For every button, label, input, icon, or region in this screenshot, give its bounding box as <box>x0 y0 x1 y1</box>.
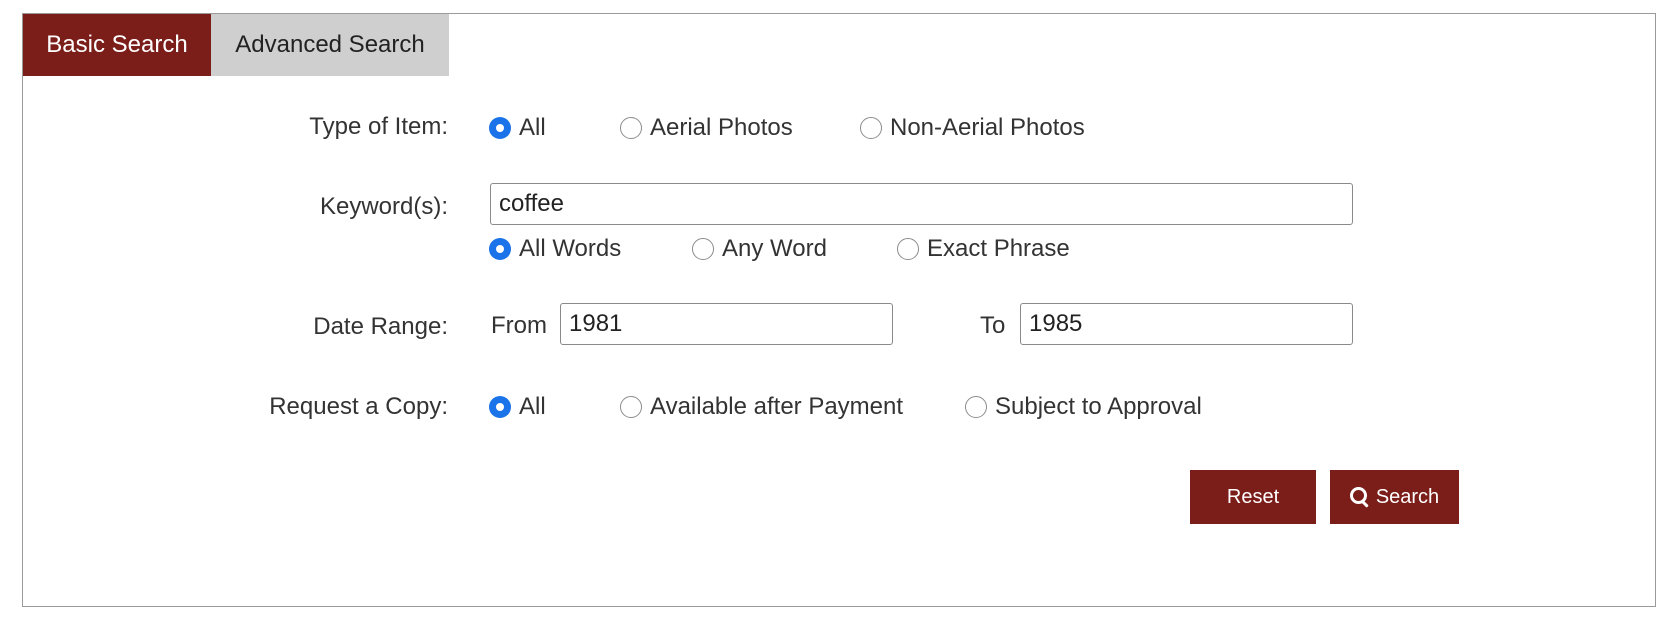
date-to-input[interactable]: 1985 <box>1020 303 1353 345</box>
radio-checked-icon[interactable] <box>489 396 511 418</box>
search-tabs: Basic Search Advanced Search <box>23 14 449 76</box>
keyword-match-all-words-label: All Words <box>519 235 622 262</box>
radio-unchecked-icon[interactable] <box>965 396 987 418</box>
keyword-match-all-words[interactable]: All Words <box>489 235 621 263</box>
keyword-match-any-word-label: Any Word <box>722 235 827 262</box>
radio-checked-icon[interactable] <box>489 117 511 139</box>
request-option-subject-to-approval[interactable]: Subject to Approval <box>965 393 1202 421</box>
type-of-item-label: Type of Item: <box>309 113 448 140</box>
keywords-label: Keyword(s): <box>319 193 448 220</box>
search-button-label: Search <box>1375 485 1440 508</box>
type-option-all[interactable]: All <box>489 114 546 142</box>
request-option-all[interactable]: All <box>489 393 546 421</box>
keyword-match-exact-phrase[interactable]: Exact Phrase <box>897 235 1070 263</box>
radio-unchecked-icon[interactable] <box>897 238 919 260</box>
keyword-match-any-word[interactable]: Any Word <box>692 235 827 263</box>
request-option-all-label: All <box>519 393 546 420</box>
radio-unchecked-icon[interactable] <box>860 117 882 139</box>
type-option-non-aerial-photos-label: Non-Aerial Photos <box>890 114 1085 141</box>
type-option-aerial-photos-label: Aerial Photos <box>650 114 793 141</box>
keyword-match-exact-phrase-label: Exact Phrase <box>927 235 1070 262</box>
reset-button[interactable]: Reset <box>1190 470 1316 524</box>
date-from-input[interactable]: 1981 <box>560 303 893 345</box>
request-option-available-after-payment[interactable]: Available after Payment <box>620 393 903 421</box>
request-option-available-after-payment-label: Available after Payment <box>650 393 904 420</box>
radio-unchecked-icon[interactable] <box>692 238 714 260</box>
date-range-label: Date Range: <box>313 313 448 340</box>
type-option-all-label: All <box>519 114 546 141</box>
radio-unchecked-icon[interactable] <box>620 117 642 139</box>
date-from-label: From <box>491 312 547 339</box>
type-option-non-aerial-photos[interactable]: Non-Aerial Photos <box>860 114 1085 142</box>
search-button[interactable]: Search <box>1330 470 1459 524</box>
keywords-input[interactable]: coffee <box>490 183 1353 225</box>
type-option-aerial-photos[interactable]: Aerial Photos <box>620 114 793 142</box>
date-to-label: To <box>980 312 1006 339</box>
search-panel: Basic Search Advanced Search Type of Ite… <box>22 13 1656 607</box>
tab-basic-search[interactable]: Basic Search <box>23 14 211 76</box>
tab-advanced-search[interactable]: Advanced Search <box>211 14 449 76</box>
request-copy-label: Request a Copy: <box>269 393 448 420</box>
request-option-subject-to-approval-label: Subject to Approval <box>995 393 1202 420</box>
radio-unchecked-icon[interactable] <box>620 396 642 418</box>
search-icon <box>1349 487 1370 507</box>
radio-checked-icon[interactable] <box>489 238 511 260</box>
